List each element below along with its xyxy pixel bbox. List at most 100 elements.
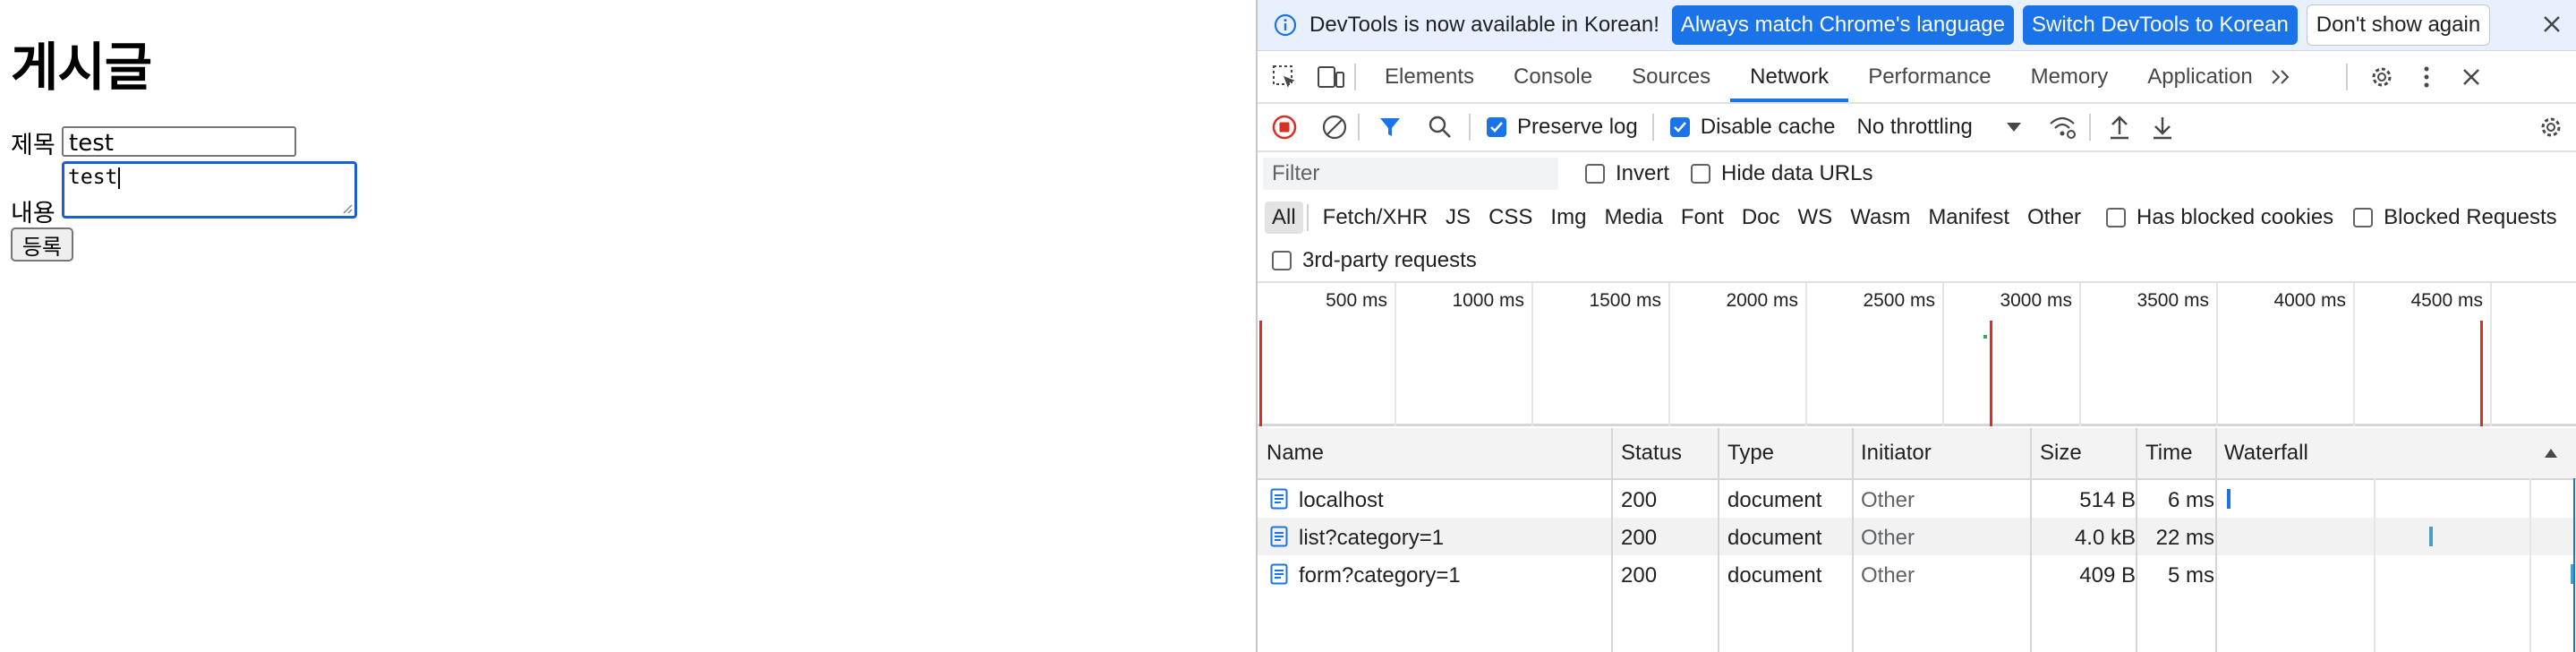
timeline-gridline xyxy=(1395,283,1396,426)
more-tabs-icon[interactable] xyxy=(2267,63,2296,91)
request-type: document xyxy=(1727,488,1822,512)
timeline-tick-label: 4000 ms xyxy=(2273,290,2346,311)
dont-show-again-button[interactable]: Don't show again xyxy=(2306,4,2491,46)
page-heading: 게시글 xyxy=(11,37,152,98)
hide-data-urls-checkbox[interactable] xyxy=(1691,164,1711,184)
kebab-menu-icon[interactable] xyxy=(2412,63,2441,91)
checkmark-icon xyxy=(1673,122,1686,133)
waterfall-gridline xyxy=(2374,478,2376,652)
filter-icon[interactable] xyxy=(1376,113,1404,142)
sort-ascending-icon[interactable] xyxy=(2543,447,2559,459)
column-initiator[interactable]: Initiator xyxy=(1861,441,1932,466)
match-language-button[interactable]: Always match Chrome's language xyxy=(1671,5,2014,45)
dropdown-arrow-icon[interactable] xyxy=(2005,121,2023,133)
request-type: document xyxy=(1727,526,1822,550)
content-textarea[interactable]: test xyxy=(60,159,359,220)
disable-cache-checkbox[interactable] xyxy=(1669,117,1690,137)
document-icon xyxy=(1270,563,1288,585)
timeline-tick-label: 1500 ms xyxy=(1589,290,1661,311)
column-time[interactable]: Time xyxy=(2145,441,2192,466)
tab-elements[interactable]: Elements xyxy=(1365,52,1494,102)
request-initiator: Other xyxy=(1861,563,1915,588)
type-filter-other[interactable]: Other xyxy=(2020,202,2088,234)
column-waterfall[interactable]: Waterfall xyxy=(2224,441,2308,466)
type-filter-doc[interactable]: Doc xyxy=(1735,202,1787,234)
switch-korean-button[interactable]: Switch DevTools to Korean xyxy=(2022,5,2298,45)
stop-recording-icon[interactable] xyxy=(1270,113,1299,142)
column-type[interactable]: Type xyxy=(1727,441,1774,466)
divider xyxy=(1651,114,1654,141)
request-status: 200 xyxy=(1621,488,1658,512)
type-filter-font[interactable]: Font xyxy=(1674,202,1731,234)
title-input[interactable]: test xyxy=(62,126,296,157)
clear-icon[interactable] xyxy=(1320,113,1349,142)
table-header: Name Status Type Initiator Size Time Wat… xyxy=(1258,428,2576,480)
type-filter-img[interactable]: Img xyxy=(1543,202,1593,234)
third-party-checkbox[interactable] xyxy=(1272,251,1292,270)
divider xyxy=(1306,204,1309,231)
tab-sources[interactable]: Sources xyxy=(1612,52,1730,102)
request-size: 4.0 kB xyxy=(2074,526,2136,550)
preserve-log-label: Preserve log xyxy=(1517,115,1638,139)
type-filter-js[interactable]: JS xyxy=(1438,202,1478,234)
timeline-gridline xyxy=(2490,283,2492,426)
column-divider[interactable] xyxy=(1718,428,1719,652)
type-filter-fetch-xhr[interactable]: Fetch/XHR xyxy=(1316,202,1435,234)
table-row[interactable]: list?category=1 200 document Other 4.0 k… xyxy=(1258,518,2576,555)
invert-label: Invert xyxy=(1616,161,1670,185)
type-filter-css[interactable]: CSS xyxy=(1481,202,1540,234)
request-initiator: Other xyxy=(1861,526,1915,550)
request-initiator: Other xyxy=(1861,488,1915,512)
divider xyxy=(1469,114,1471,141)
type-filter-media[interactable]: Media xyxy=(1597,202,1669,234)
request-time: 22 ms xyxy=(2155,526,2214,550)
throttling-select[interactable]: No throttling xyxy=(1856,115,1972,140)
request-name: localhost xyxy=(1299,488,1384,512)
resize-grip-icon[interactable] xyxy=(342,203,353,214)
column-divider[interactable] xyxy=(2215,428,2217,652)
search-icon[interactable] xyxy=(1426,113,1454,142)
submit-button[interactable]: 등록 xyxy=(11,227,73,262)
column-status[interactable]: Status xyxy=(1621,441,1682,466)
import-har-icon[interactable] xyxy=(2105,113,2134,142)
timeline-overview[interactable]: 500 ms 1000 ms 1500 ms 2000 ms 2500 ms 3000 m… xyxy=(1258,283,2576,426)
blocked-requests-checkbox[interactable] xyxy=(2353,208,2374,227)
type-filter-all[interactable]: All xyxy=(1265,202,1303,234)
inspect-element-icon[interactable] xyxy=(1270,63,1299,91)
tab-memory[interactable]: Memory xyxy=(2011,52,2128,102)
request-name: list?category=1 xyxy=(1299,526,1445,550)
type-filter-wasm[interactable]: Wasm xyxy=(1843,202,1917,234)
devtools-panel: DevTools is now available in Korean! Alw… xyxy=(1256,0,2576,652)
disable-cache-label: Disable cache xyxy=(1700,115,1836,139)
type-filter-ws[interactable]: WS xyxy=(1791,202,1840,234)
device-toolbar-icon[interactable] xyxy=(1317,63,1345,91)
type-filter-manifest[interactable]: Manifest xyxy=(1921,202,2017,234)
network-conditions-icon[interactable] xyxy=(2048,113,2077,142)
close-devtools-icon[interactable] xyxy=(2457,63,2486,91)
filter-input[interactable]: Filter xyxy=(1263,158,1558,190)
column-divider[interactable] xyxy=(1852,428,1854,652)
tab-network[interactable]: Network xyxy=(1730,52,1849,102)
tab-application[interactable]: Application xyxy=(2128,52,2272,102)
web-page: 게시글 제목 test 내용 test 등록 xyxy=(0,0,1253,652)
tab-console[interactable]: Console xyxy=(1494,52,1612,102)
close-icon[interactable] xyxy=(2538,11,2565,38)
invert-checkbox[interactable] xyxy=(1585,164,1605,184)
title-label: 제목 xyxy=(11,132,55,159)
blocked-cookies-checkbox[interactable] xyxy=(2106,208,2127,227)
column-divider[interactable] xyxy=(2030,428,2032,652)
column-divider[interactable] xyxy=(1611,428,1613,652)
column-size[interactable]: Size xyxy=(2040,441,2082,466)
timeline-gridline xyxy=(1942,283,1944,426)
column-divider[interactable] xyxy=(2136,428,2137,652)
table-row[interactable]: localhost 200 document Other 514 B 6 ms xyxy=(1258,480,2576,518)
preserve-log-checkbox[interactable] xyxy=(1487,117,1506,137)
network-settings-gear-icon[interactable] xyxy=(2537,113,2565,142)
table-row[interactable]: form?category=1 200 document Other 409 B… xyxy=(1258,555,2576,593)
filter-row: Filter Invert Hide data URLs xyxy=(1258,152,2576,195)
settings-gear-icon[interactable] xyxy=(2367,63,2396,91)
column-name[interactable]: Name xyxy=(1267,441,1324,466)
checkmark-icon xyxy=(1490,122,1503,133)
tab-performance[interactable]: Performance xyxy=(1848,52,2010,102)
export-har-icon[interactable] xyxy=(2148,113,2177,142)
